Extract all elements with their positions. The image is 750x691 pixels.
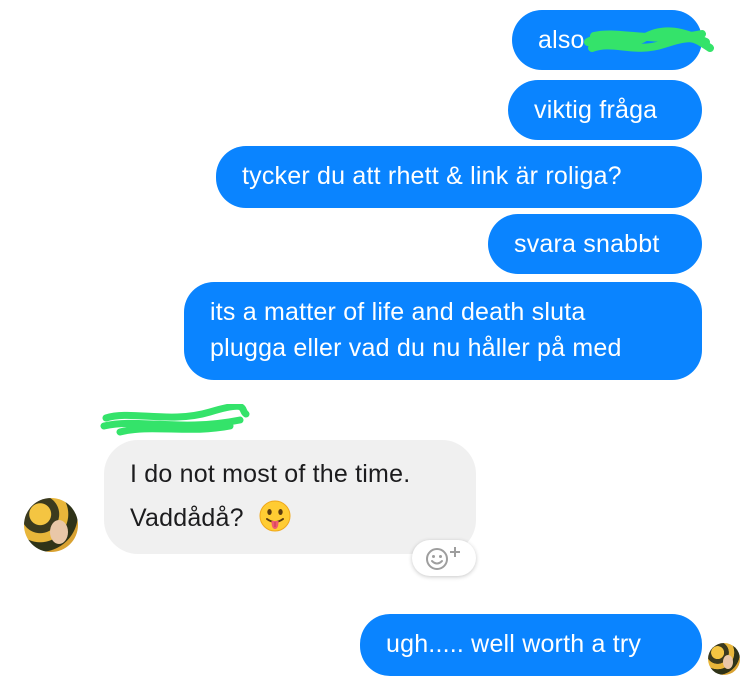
message-text-line: plugga eller vad du nu håller på med: [210, 334, 622, 362]
message-text: tycker du att rhett & link är roliga?: [242, 162, 622, 190]
contact-avatar[interactable]: [24, 498, 78, 552]
message-outgoing-2[interactable]: viktig fråga: [508, 80, 702, 140]
sender-name-redaction: [100, 404, 250, 436]
message-text: also: [538, 26, 585, 54]
message-text-line: Vaddådå?: [130, 500, 450, 536]
redaction-scribble: [584, 27, 714, 52]
message-outgoing-4[interactable]: svara snabbt: [488, 214, 702, 274]
message-text-line: I do not most of the time.: [130, 460, 411, 488]
message-text-line: its a matter of life and death sluta: [210, 298, 586, 326]
message-text: ugh..... well worth a try: [386, 630, 642, 658]
read-receipt-avatar: [708, 643, 740, 675]
face-with-tongue-icon: [259, 500, 291, 532]
message-outgoing-3[interactable]: tycker du att rhett & link är roliga?: [216, 146, 702, 208]
add-reaction-icon: [426, 547, 460, 570]
message-incoming[interactable]: I do not most of the time. Vaddådå?: [104, 440, 476, 554]
message-text: viktig fråga: [534, 96, 658, 124]
message-text: svara snabbt: [514, 230, 660, 258]
message-outgoing-6[interactable]: ugh..... well worth a try: [360, 614, 702, 676]
add-reaction-button[interactable]: [412, 540, 476, 576]
message-outgoing-5[interactable]: its a matter of life and death sluta plu…: [184, 282, 702, 380]
